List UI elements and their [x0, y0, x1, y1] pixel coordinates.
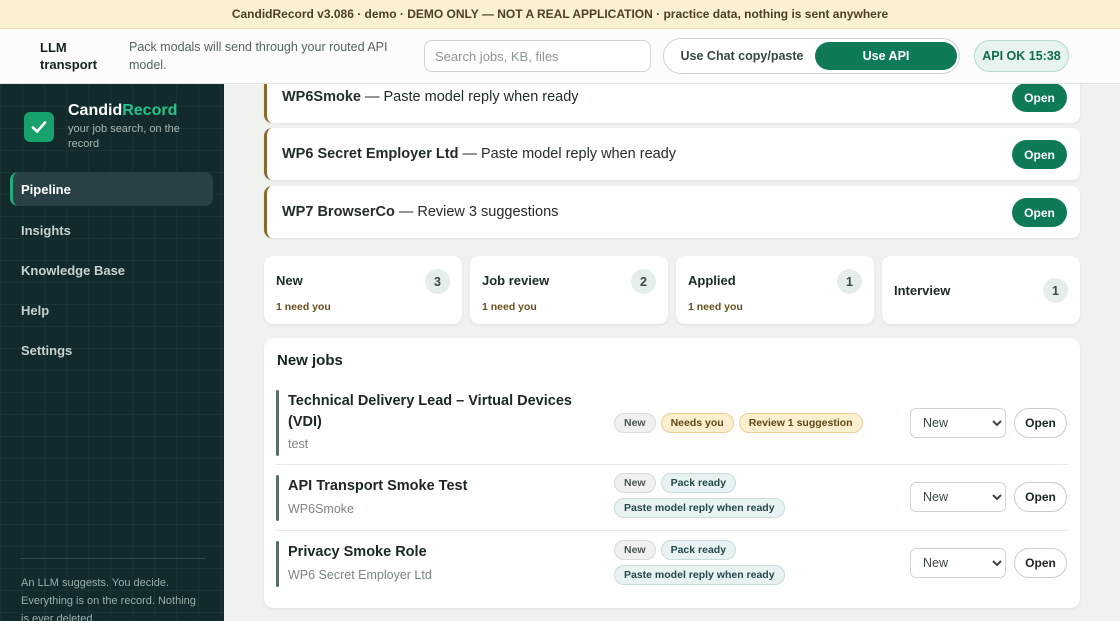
status-badge: Pack ready [660, 473, 737, 493]
transport-title: LLM transport [40, 40, 98, 72]
brand-name-part2: Record [122, 102, 178, 119]
brand-tagline: your job search, on the record [68, 123, 180, 150]
stat-sub: 1 need you [276, 301, 331, 313]
stat-card-new[interactable]: New 3 1 need you [264, 256, 462, 324]
job-title: API Transport Smoke Test [288, 478, 468, 494]
status-badge: Pack ready [660, 540, 737, 560]
sidebar-item-label: Help [21, 302, 50, 318]
sidebar-item-label: Knowledge Base [21, 262, 126, 278]
row-accent-bar [276, 541, 279, 587]
queue-message: — Paste model reply when ready [462, 146, 677, 162]
use-chat-button[interactable]: Use Chat copy/paste [672, 43, 812, 69]
sidebar-item-help[interactable]: Help [10, 293, 213, 327]
status-badge: Paste model reply when ready [614, 565, 785, 585]
queue-company: WP6 Secret Employer Ltd [282, 146, 459, 162]
sidebar-item-label: Pipeline [21, 181, 71, 197]
stat-card-applied[interactable]: Applied 1 1 need you [676, 256, 874, 324]
job-title: Privacy Smoke Role [288, 544, 427, 560]
queue-item: WP6 Secret Employer Ltd — Paste model re… [264, 128, 1080, 180]
stat-sub: 1 need you [482, 301, 537, 313]
queue-open-button[interactable]: Open [1012, 84, 1067, 112]
stat-label: New [276, 273, 303, 288]
sidebar-item-knowledge-base[interactable]: Knowledge Base [10, 253, 213, 287]
stat-card-job-review[interactable]: Job review 2 1 need you [470, 256, 668, 324]
queue-item: WP7 BrowserCo — Review 3 suggestions Ope… [264, 186, 1080, 238]
queue-message: — Paste model reply when ready [364, 89, 579, 105]
stat-count: 1 [1043, 278, 1068, 303]
stat-sub: 1 need you [688, 301, 743, 313]
status-badge: New [614, 413, 656, 433]
llm-transport-bar: LLM transport Pack modals will send thro… [0, 29, 1120, 84]
open-button[interactable]: Open [1014, 482, 1067, 512]
search-input[interactable] [424, 40, 651, 72]
queue-open-button[interactable]: Open [1012, 140, 1067, 169]
stat-count: 3 [425, 269, 450, 294]
use-api-button[interactable]: Use API [815, 42, 957, 70]
status-select[interactable]: New [910, 548, 1006, 578]
brand-name: CandidRecord [68, 102, 177, 120]
status-select[interactable]: New [910, 408, 1006, 438]
transport-toggle: Use Chat copy/paste Use API [663, 38, 960, 74]
check-icon [24, 112, 54, 142]
stat-label: Applied [688, 273, 736, 288]
stat-count: 1 [837, 269, 862, 294]
brand-name-part1: Candid [68, 102, 123, 119]
queue-open-button[interactable]: Open [1012, 198, 1067, 227]
sidebar-divider [20, 558, 206, 559]
open-button[interactable]: Open [1014, 548, 1067, 578]
table-row: Privacy Smoke Role WP6 Secret Employer L… [276, 531, 1068, 599]
job-company: test [288, 437, 309, 451]
sidebar-item-pipeline[interactable]: Pipeline [10, 172, 213, 206]
status-badge: New [614, 473, 656, 493]
sidebar-item-label: Settings [21, 342, 73, 358]
row-accent-bar [276, 390, 279, 456]
job-company: WP6Smoke [288, 502, 354, 516]
stat-label: Interview [894, 283, 951, 298]
main-content: WP6Smoke — Paste model reply when ready … [224, 84, 1120, 621]
section-title: New jobs [277, 352, 343, 369]
demo-banner: CandidRecord v3.086 · demo · DEMO ONLY —… [0, 0, 1120, 29]
sidebar-item-label: Insights [21, 222, 71, 238]
sidebar-item-insights[interactable]: Insights [10, 213, 213, 247]
job-title: Technical Delivery Lead – Virtual Device… [288, 393, 572, 430]
queue-message: — Review 3 suggestions [398, 204, 559, 220]
queue-company: WP6Smoke [282, 89, 361, 105]
badge-group: New Pack ready Paste model reply when re… [614, 473, 884, 518]
stat-card-interview[interactable]: Interview 1 [882, 256, 1080, 324]
demo-banner-text: CandidRecord v3.086 · demo · DEMO ONLY —… [231, 7, 889, 21]
new-jobs-panel: New jobs Technical Delivery Lead – Virtu… [264, 338, 1080, 608]
status-badge: Paste model reply when ready [614, 498, 785, 518]
queue-item: WP6Smoke — Paste model reply when ready … [264, 84, 1080, 123]
table-row: Technical Delivery Lead – Virtual Device… [276, 384, 1068, 465]
status-badge: Review 1 suggestion [738, 413, 863, 433]
api-status-badge: API OK 15:38 [974, 40, 1069, 72]
transport-note: Pack modals will send through your route… [129, 40, 388, 72]
sidebar-footer-note: An LLM suggests. You decide. Everything … [21, 577, 196, 621]
status-badge: Needs you [660, 413, 734, 433]
status-select[interactable]: New [910, 482, 1006, 512]
row-accent-bar [276, 475, 279, 521]
status-badge: New [614, 540, 656, 560]
queue-company: WP7 BrowserCo [282, 204, 395, 220]
sidebar: CandidRecord your job search, on the rec… [0, 84, 224, 621]
badge-group: New Pack ready Paste model reply when re… [614, 540, 884, 585]
table-row: API Transport Smoke Test WP6Smoke New Pa… [276, 465, 1068, 531]
open-button[interactable]: Open [1014, 408, 1067, 438]
sidebar-item-settings[interactable]: Settings [10, 333, 213, 367]
badge-group: New Needs you Review 1 suggestion [614, 413, 884, 433]
job-company: WP6 Secret Employer Ltd [288, 568, 432, 582]
stat-label: Job review [482, 273, 550, 288]
stat-count: 2 [631, 269, 656, 294]
